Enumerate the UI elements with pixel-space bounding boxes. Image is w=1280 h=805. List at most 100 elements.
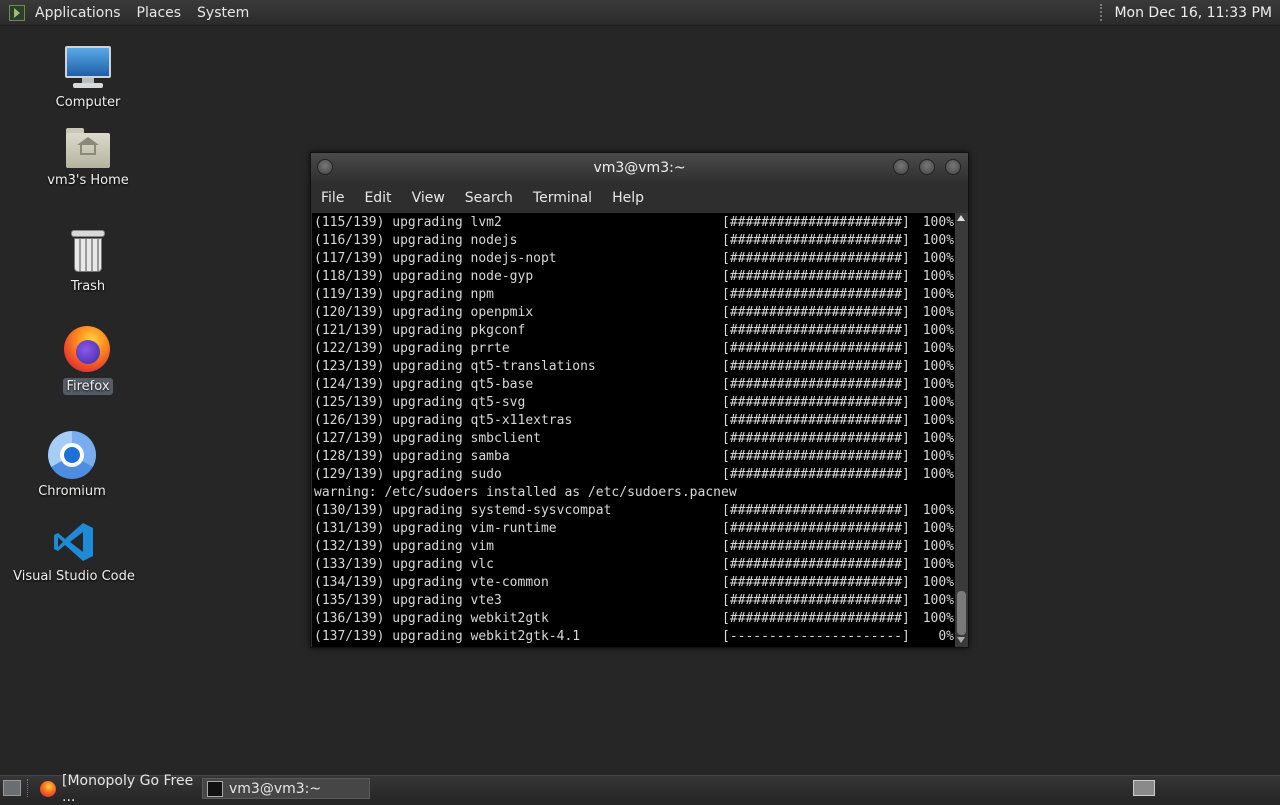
menu-help[interactable]: Help (602, 190, 654, 206)
taskbar-item-firefox[interactable]: [Monopoly Go Free ... (36, 773, 202, 805)
progress-percent: 100% (922, 377, 954, 392)
progress-bar-text: [######################] (722, 449, 910, 464)
taskbar-item-label: vm3@vm3:~ (229, 780, 322, 797)
terminal-line-text: (125/139) upgrading qt5-svg (314, 395, 526, 410)
terminal-line-text: (127/139) upgrading smbclient (314, 431, 541, 446)
menu-view[interactable]: View (402, 190, 455, 206)
terminal-line-text: (122/139) upgrading prrte (314, 341, 510, 356)
progress-bar-text: [######################] (722, 539, 910, 554)
progress-percent: 100% (922, 395, 954, 410)
progress-bar-text: [######################] (722, 233, 910, 248)
desktop-icon-vscode[interactable]: Visual Studio Code (9, 520, 139, 585)
progress-bar-text: [######################] (722, 611, 910, 626)
terminal-line-text: (116/139) upgrading nodejs (314, 233, 518, 248)
desktop-icon-chromium[interactable]: Chromium (7, 431, 137, 500)
terminal-line-text: (136/139) upgrading webkit2gtk (314, 611, 549, 626)
vscode-icon (52, 520, 96, 564)
terminal-line-text: (126/139) upgrading qt5-x11extras (314, 413, 573, 428)
panel-menu: Applications Places System (0, 0, 257, 25)
applications-icon[interactable] (9, 4, 25, 21)
progress-percent: 100% (922, 503, 954, 518)
desktop-icon-label: Computer (55, 95, 121, 110)
menu-terminal[interactable]: Terminal (523, 190, 602, 206)
terminal-line-text: (121/139) upgrading pkgconf (314, 323, 526, 338)
progress-percent: 100% (922, 467, 954, 482)
trash-icon (70, 230, 106, 274)
desktop-icon-trash[interactable]: Trash (23, 230, 153, 295)
progress-percent: 100% (922, 557, 954, 572)
progress-bar-text: [######################] (722, 323, 910, 338)
desktop-icon-label: Chromium (38, 484, 106, 499)
progress-percent: 100% (922, 341, 954, 356)
progress-percent: 100% (922, 521, 954, 536)
maximize-button[interactable] (919, 159, 935, 175)
terminal-output[interactable]: (115/139) upgrading lvm2 [###############… (312, 213, 955, 647)
progress-percent: 100% (922, 215, 954, 230)
show-desktop-icon[interactable] (3, 780, 21, 796)
progress-percent: 100% (922, 593, 954, 608)
scroll-down-arrow-icon[interactable] (957, 637, 965, 643)
places-menu[interactable]: Places (129, 5, 190, 21)
menu-edit[interactable]: Edit (354, 190, 401, 206)
firefox-icon (40, 780, 56, 797)
desktop-icon-home[interactable]: vm3's Home (23, 128, 153, 189)
desktop-icon-label: Trash (70, 279, 106, 294)
progress-percent: 100% (922, 251, 954, 266)
taskbar-item-terminal[interactable]: vm3@vm3:~ (202, 778, 370, 799)
terminal-line-text: (117/139) upgrading nodejs-nopt (314, 251, 557, 266)
terminal-line-text: (120/139) upgrading openpmix (314, 305, 534, 320)
terminal-menubar: File Edit View Search Terminal Help (311, 183, 968, 213)
progress-bar-text: [######################] (722, 413, 910, 428)
terminal-line-text: (115/139) upgrading lvm2 (314, 215, 502, 230)
window-menu-button[interactable] (317, 159, 333, 175)
progress-bar-text: [######################] (722, 593, 910, 608)
desktop-icon-firefox[interactable]: Firefox (23, 326, 153, 395)
desktop-icon-label: vm3's Home (47, 173, 129, 188)
terminal-line-text: (129/139) upgrading sudo (314, 467, 502, 482)
terminal-scrollbar[interactable] (955, 213, 968, 647)
firefox-icon (64, 326, 112, 374)
desktop-icon-label: Visual Studio Code (13, 569, 135, 584)
progress-bar-text: [######################] (722, 251, 910, 266)
progress-percent: 100% (922, 449, 954, 464)
terminal-line-text: warning: /etc/sudoers installed as /etc/… (314, 485, 737, 500)
home-folder-icon (66, 128, 110, 168)
progress-percent: 100% (922, 269, 954, 284)
progress-percent: 100% (922, 539, 954, 554)
desktop-icon-computer[interactable]: Computer (23, 46, 153, 111)
progress-bar-text: [----------------------] (722, 629, 910, 644)
clock[interactable]: Mon Dec 16, 11:33 PM (1114, 5, 1272, 21)
progress-bar-text: [######################] (722, 431, 910, 446)
progress-bar-text: [######################] (722, 305, 910, 320)
panel-handle[interactable] (1100, 4, 1106, 21)
terminal-line-text: (124/139) upgrading qt5-base (314, 377, 534, 392)
terminal-line-text: (135/139) upgrading vte3 (314, 593, 502, 608)
progress-bar-text: [######################] (722, 467, 910, 482)
progress-bar-text: [######################] (722, 575, 910, 590)
window-titlebar[interactable]: vm3@vm3:~ (311, 153, 968, 183)
progress-percent: 100% (922, 323, 954, 338)
computer-icon (65, 46, 111, 90)
system-menu[interactable]: System (189, 5, 257, 21)
desktop-icon-label: Firefox (63, 378, 113, 395)
progress-bar-text: [######################] (722, 341, 910, 356)
menu-search[interactable]: Search (455, 190, 523, 206)
terminal-line-text: (130/139) upgrading systemd-sysvcompat (314, 503, 612, 518)
terminal-line-text: (134/139) upgrading vte-common (314, 575, 549, 590)
progress-bar-text: [######################] (722, 287, 910, 302)
workspace-switcher[interactable] (1133, 780, 1155, 796)
terminal-line-text: (137/139) upgrading webkit2gtk-4.1 (314, 629, 581, 644)
panel-separator (27, 779, 30, 797)
close-button[interactable] (945, 159, 961, 175)
progress-bar-text: [######################] (722, 359, 910, 374)
scroll-up-arrow-icon[interactable] (957, 215, 965, 221)
terminal-line-text: (132/139) upgrading vim (314, 539, 495, 554)
terminal-window[interactable]: vm3@vm3:~ File Edit View Search Terminal… (310, 152, 969, 648)
progress-bar-text: [######################] (722, 269, 910, 284)
progress-percent: 100% (922, 359, 954, 374)
menu-file[interactable]: File (311, 190, 354, 206)
progress-percent: 100% (922, 575, 954, 590)
scrollbar-thumb[interactable] (957, 591, 966, 635)
applications-menu[interactable]: Applications (27, 5, 129, 21)
minimize-button[interactable] (893, 159, 909, 175)
